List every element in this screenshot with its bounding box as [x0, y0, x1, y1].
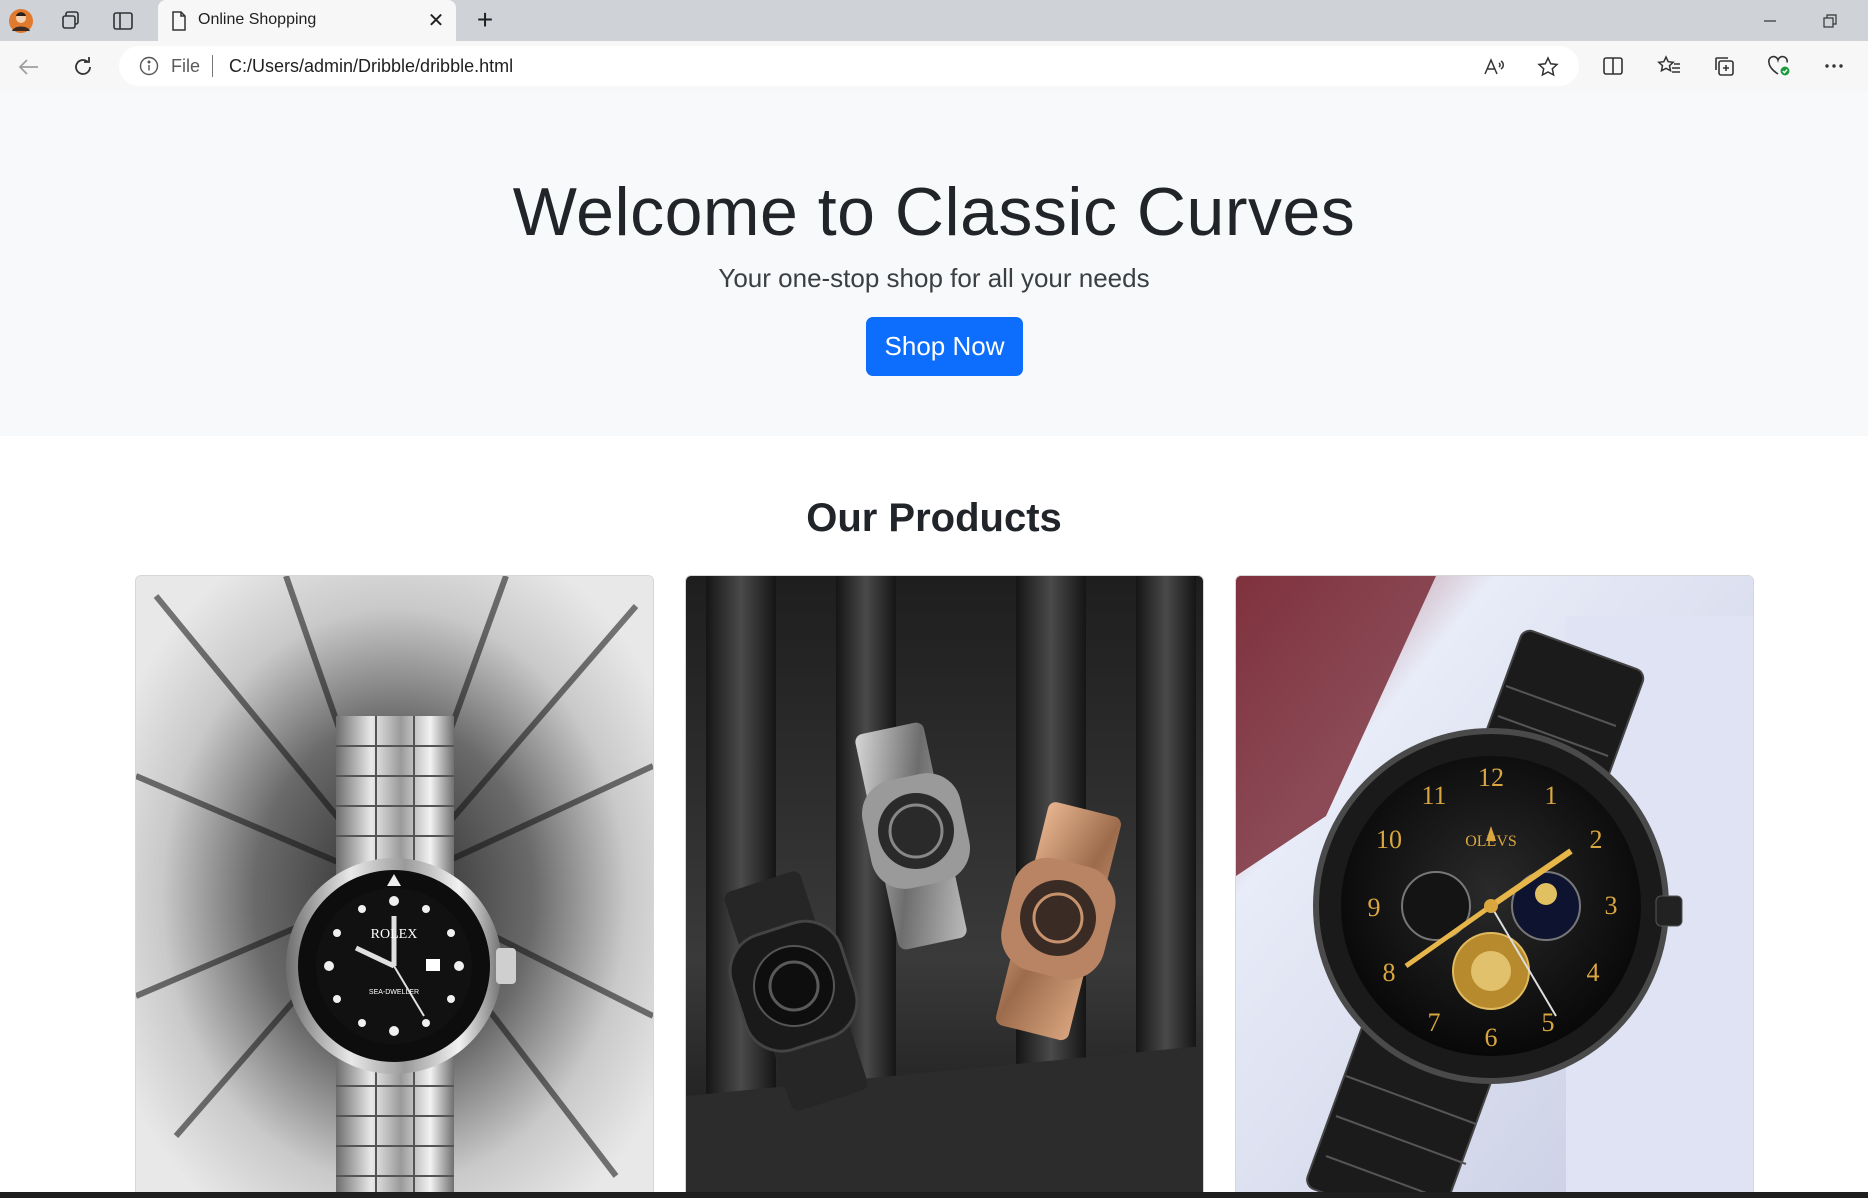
- info-icon[interactable]: [139, 56, 159, 76]
- web-page: Welcome to Classic Curves Your one-stop …: [0, 91, 1868, 1198]
- svg-text:12: 12: [1478, 763, 1504, 792]
- svg-text:11: 11: [1421, 781, 1446, 810]
- svg-text:10: 10: [1376, 825, 1402, 854]
- product-image-skeleton-watches: [686, 576, 1203, 1198]
- address-bar[interactable]: File C:/Users/admin/Dribble/dribble.html: [119, 46, 1579, 86]
- hero-subtitle: Your one-stop shop for all your needs: [718, 263, 1150, 293]
- product-image-dive-watch: ROLEX SEA-DWELLER: [136, 576, 653, 1198]
- svg-text:8: 8: [1383, 958, 1396, 987]
- vertical-tabs-icon[interactable]: [108, 6, 138, 36]
- refresh-icon[interactable]: [66, 50, 100, 84]
- browser-toolbar: File C:/Users/admin/Dribble/dribble.html: [0, 41, 1868, 91]
- svg-text:9: 9: [1368, 893, 1381, 922]
- minimize-icon[interactable]: [1740, 0, 1800, 41]
- url-text[interactable]: C:/Users/admin/Dribble/dribble.html: [229, 56, 513, 77]
- svg-text:2: 2: [1590, 825, 1603, 854]
- favorite-star-icon[interactable]: [1535, 54, 1561, 80]
- watch-logo-text: ROLEX: [371, 927, 418, 942]
- tab-title: Online Shopping: [198, 11, 317, 28]
- svg-text:4: 4: [1587, 958, 1600, 987]
- tab-online-shopping[interactable]: Online Shopping ✕: [158, 0, 456, 41]
- collections-icon[interactable]: [1707, 49, 1741, 83]
- watch-dial-text: SEA-DWELLER: [369, 989, 419, 996]
- profile-avatar-icon[interactable]: [6, 6, 36, 36]
- page-icon: [168, 10, 190, 32]
- restore-icon[interactable]: [1800, 0, 1860, 41]
- back-icon[interactable]: [12, 50, 46, 84]
- file-scheme-label: File: [171, 56, 201, 76]
- svg-text:5: 5: [1542, 1008, 1555, 1037]
- svg-text:6: 6: [1485, 1023, 1498, 1052]
- window-bottom-edge: [0, 1192, 1868, 1198]
- product-image-chronograph: 1212 345 678 91011 OLEVS: [1236, 576, 1753, 1198]
- hero-title: Welcome to Classic Curves: [512, 174, 1356, 250]
- close-icon[interactable]: ✕: [424, 8, 448, 32]
- product-card[interactable]: 12 1 2 345 678 9 10 11 OLEVS: [1235, 575, 1754, 1198]
- read-aloud-icon[interactable]: [1481, 54, 1507, 80]
- svg-text:3: 3: [1605, 891, 1618, 920]
- product-card[interactable]: ROLEX SEA-DWELLER: [135, 575, 654, 1198]
- hero-section: Welcome to Classic Curves Your one-stop …: [0, 91, 1868, 436]
- favorites-icon[interactable]: [1652, 49, 1686, 83]
- svg-text:1: 1: [1545, 781, 1558, 810]
- product-card[interactable]: [685, 575, 1204, 1198]
- svg-text:7: 7: [1428, 1008, 1441, 1037]
- more-menu-icon[interactable]: [1817, 49, 1851, 83]
- address-separator: [212, 55, 213, 77]
- browser-essentials-icon[interactable]: [1762, 49, 1796, 83]
- workspaces-icon[interactable]: [56, 6, 86, 36]
- shop-now-button[interactable]: Shop Now: [866, 317, 1023, 376]
- new-tab-icon[interactable]: +: [470, 5, 500, 35]
- tab-strip: Online Shopping ✕ +: [0, 0, 1868, 41]
- split-screen-icon[interactable]: [1596, 49, 1630, 83]
- products-heading: Our Products: [806, 496, 1062, 540]
